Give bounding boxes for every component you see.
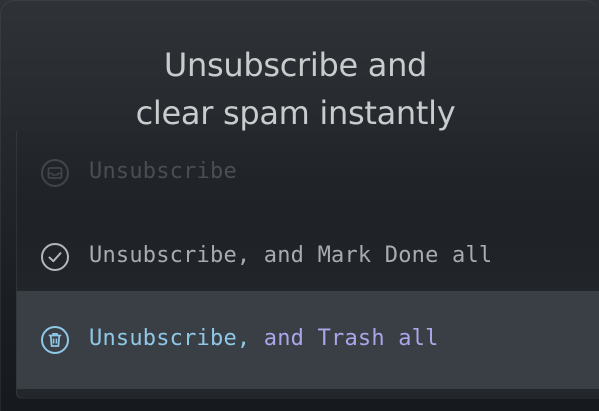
menu-item-label: Unsubscribe, and Mark Done all — [89, 243, 493, 268]
promo-card: Unsubscribe and clear spam instantly Uns… — [0, 0, 599, 411]
menu-item-label-part-1: Unsubscribe, — [89, 326, 251, 351]
headline-line-1: Unsubscribe and — [163, 46, 428, 84]
unsubscribe-mail-icon — [40, 158, 70, 188]
trash-circle-icon — [40, 325, 70, 355]
menu-item-unsubscribe-trash[interactable]: Unsubscribe, and Trash all — [17, 291, 599, 389]
headline: Unsubscribe and clear spam instantly — [1, 41, 590, 137]
headline-line-2: clear spam instantly — [135, 94, 456, 132]
unsubscribe-menu: Unsubscribe Unsubscribe, and Mark Done a… — [16, 131, 599, 399]
menu-item-label-part-2: and Trash all — [250, 326, 439, 351]
menu-item-unsubscribe[interactable]: Unsubscribe — [17, 131, 599, 211]
check-circle-icon — [40, 242, 70, 272]
menu-item-unsubscribe-mark-done[interactable]: Unsubscribe, and Mark Done all — [17, 215, 599, 299]
menu-item-label: Unsubscribe, and Trash all — [89, 326, 439, 351]
menu-item-label: Unsubscribe — [89, 159, 237, 184]
